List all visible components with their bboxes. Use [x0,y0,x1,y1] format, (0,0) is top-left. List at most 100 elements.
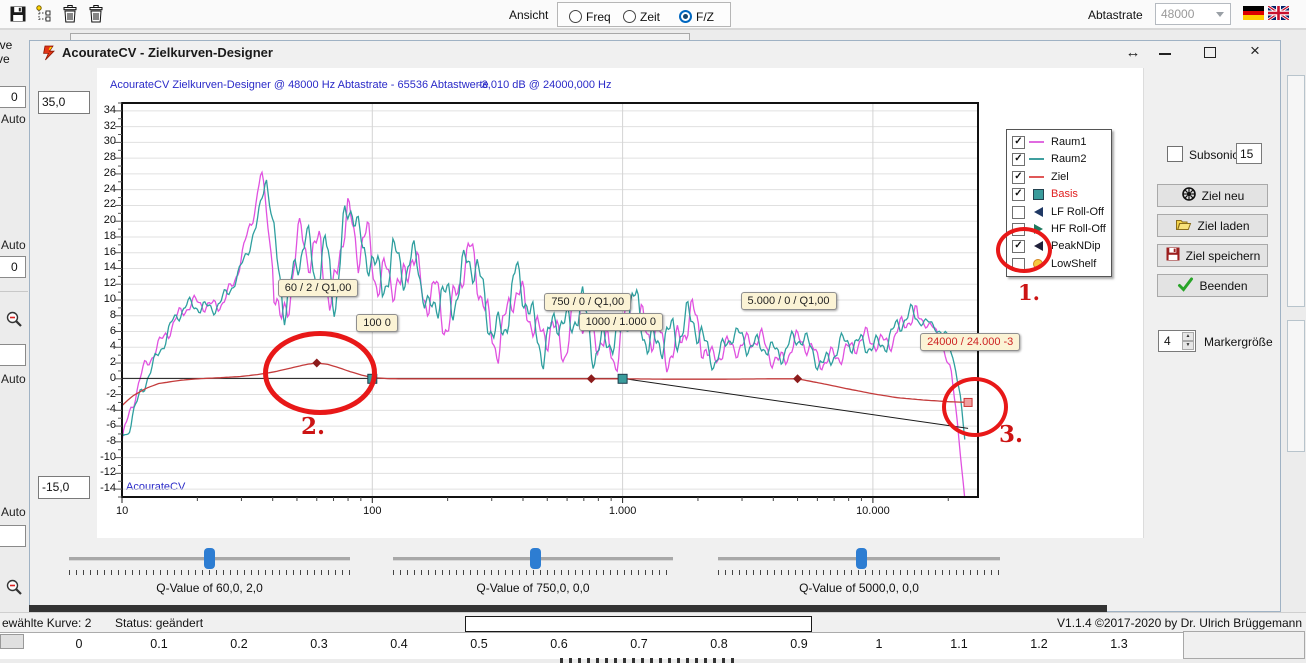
y-axis-tick-label: 14 [86,261,116,273]
samplerate-combobox[interactable]: 48000 [1155,3,1231,25]
radio-f-z[interactable] [679,10,692,23]
ruler-tick-label: 1.2 [1019,637,1059,651]
subsonic-label: Subsonic [1189,148,1238,162]
q-slider-thumb[interactable] [204,548,215,569]
point-label: 5.000 / 0 / Q1,00 [741,292,837,310]
curve-tree-icon[interactable] [34,4,54,24]
acourate-logo-icon [41,45,57,61]
background-input[interactable] [0,525,26,547]
cursor-readout: -3,010 dB @ 24000,000 Hz [478,79,611,91]
check-icon [1177,276,1194,295]
y-axis-tick-label: -6 [86,419,116,431]
button-label: Ziel speichern [1186,249,1261,263]
auto-label: Auto [1,505,26,519]
square-icon [1029,188,1047,200]
window-title: AcourateCV - Zielkurven-Designer [62,45,273,60]
y-axis-tick-label: 24 [86,183,116,195]
legend-label: LowShelf [1051,258,1096,270]
button-label: Ziel neu [1202,189,1245,203]
legend-checkbox-lf-roll-off[interactable] [1012,206,1025,219]
legend-checkbox-ziel[interactable] [1012,171,1025,184]
line-icon [1029,153,1047,165]
y-axis-tick-label: -4 [86,403,116,415]
zoom-out-icon[interactable] [5,578,23,596]
background-input[interactable] [0,344,26,366]
subsonic-input[interactable]: 15 [1236,143,1262,164]
gear-icon [1181,186,1197,205]
legend-checkbox-basis[interactable] [1012,188,1025,201]
auto-label: Auto [1,238,26,252]
folder-open-icon [1175,216,1192,235]
beenden-button[interactable]: Beenden [1157,274,1268,297]
ziel-neu-button[interactable]: Ziel neu [1157,184,1268,207]
y-axis-tick-label: 22 [86,198,116,210]
save-icon[interactable] [8,4,28,24]
floppy-icon [1165,246,1181,265]
q-slider-label: Q-Value of 5000,0, 0,0 [729,581,989,595]
background-input[interactable]: 0 [0,256,26,278]
marker-size-stepper[interactable]: 4 ▲▼ [1158,330,1196,352]
ruler-tick-label: 0.4 [379,637,419,651]
legend-row-raum2: Raum2 [1007,151,1111,168]
y-axis-tick-label: 20 [86,214,116,226]
background-partial-text: ive [0,38,12,52]
resize-horizontal-button[interactable]: ↔ [1122,44,1144,62]
y-axis-tick-label: -10 [86,451,116,463]
delete-curve-icon[interactable] [60,4,80,24]
annotation-number-2: 2. [301,413,325,440]
line-icon [1029,171,1047,183]
x-axis-tick-label: 100 [347,505,397,517]
delete-all-icon[interactable] [86,4,106,24]
annotation-number-3: 3. [999,421,1023,448]
slider-tick-marks [393,570,673,575]
background-scrollbar[interactable] [1287,75,1305,307]
zoom-out-icon[interactable] [5,310,23,328]
ziel-laden-button[interactable]: Ziel laden [1157,214,1268,237]
point-label: 750 / 0 / Q1,00 [544,293,631,311]
auto-label: Auto [1,372,26,386]
q-slider-thumb[interactable] [856,548,867,569]
radio-zeit[interactable] [623,10,636,23]
ziel-speichern-button[interactable]: Ziel speichern [1157,244,1268,267]
legend-row-ziel: Ziel [1007,169,1111,186]
maximize-button[interactable] [1199,44,1221,62]
panel-divider [1143,68,1144,538]
divider [0,291,28,292]
legend-row-lf-roll-off: LF Roll-Off [1007,204,1111,221]
close-button[interactable]: × [1244,41,1266,59]
spin-down-icon[interactable]: ▼ [1182,341,1194,350]
spin-up-icon[interactable]: ▲ [1182,332,1194,341]
q-slider-label: Q-Value of 750,0, 0,0 [403,581,663,595]
minimize-button[interactable] [1154,44,1176,62]
german-flag-icon[interactable] [1243,6,1264,20]
y-axis-tick-label: 4 [86,340,116,352]
subsonic-checkbox[interactable] [1167,146,1183,162]
y-axis-tick-label: -8 [86,435,116,447]
legend-checkbox-raum1[interactable] [1012,136,1025,149]
ruler-tick-label: 1.3 [1099,637,1139,651]
y-max-input[interactable]: 35,0 [38,91,90,114]
clipped-text-fragment [560,658,740,663]
background-scrollbar-thumb[interactable] [1287,320,1305,452]
y-min-input[interactable]: -15,0 [38,476,90,499]
background-input[interactable]: 0 [0,86,26,108]
horizontal-scrollbar-stub[interactable] [0,634,24,649]
uk-flag-icon[interactable] [1268,6,1289,20]
ruler-tick-label: 1 [859,637,899,651]
legend-row-basis: Basis [1007,186,1111,203]
radio-freq[interactable] [569,10,582,23]
legend-checkbox-raum2[interactable] [1012,153,1025,166]
x-axis-tick-label: 10.000 [848,505,898,517]
point-label: 60 / 2 / Q1,00 [278,279,359,297]
y-axis-tick-label: 30 [86,135,116,147]
y-axis-tick-label: -2 [86,388,116,400]
version-text: V1.1.4 ©2017-2020 by Dr. Ulrich Brüggema… [900,616,1302,630]
q-slider-thumb[interactable] [530,548,541,569]
ruler-tick-label: 0.1 [139,637,179,651]
ruler-tick-label: 0.7 [619,637,659,651]
legend-label: HF Roll-Off [1051,223,1106,235]
samplerate-value: 48000 [1161,7,1194,21]
y-axis-tick-label: 0 [86,372,116,384]
line-icon [1029,136,1047,148]
status-state: Status: geändert [115,616,203,630]
